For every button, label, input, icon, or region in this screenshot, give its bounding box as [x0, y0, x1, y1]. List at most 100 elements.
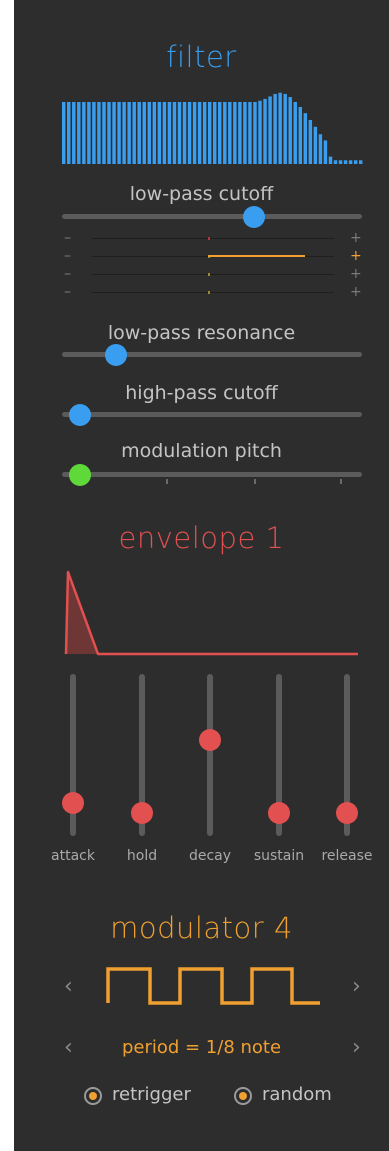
spectrum-bar: [218, 102, 222, 164]
spectrum-bar: [207, 102, 212, 164]
spectrum-bar: [308, 119, 313, 164]
spectrum-bar: [132, 102, 136, 164]
mod-row-track[interactable]: [92, 292, 334, 293]
retrigger-label[interactable]: retrigger: [112, 1084, 191, 1105]
envelope-release-label: release: [321, 848, 373, 864]
mod-row-center-mark: [208, 237, 211, 240]
modulation-pitch-knob[interactable]: [69, 464, 91, 486]
spectrum-bar: [328, 156, 333, 164]
pitch-tick: [166, 479, 168, 484]
mod-row-plus[interactable]: +: [350, 231, 362, 245]
spectrum-bar: [147, 102, 151, 164]
envelope-graph: [64, 570, 358, 656]
spectrum-bar: [238, 102, 242, 164]
spectrum-bar: [223, 102, 227, 164]
spectrum-bar: [273, 93, 277, 164]
spectrum-bar: [358, 160, 363, 164]
mod-row-plus[interactable]: +: [350, 285, 362, 299]
spectrum-bar: [278, 92, 282, 164]
envelope-title: envelope 1: [118, 521, 285, 555]
lowpass-cutoff-knob[interactable]: [243, 206, 265, 228]
synth-panel: filter low-pass cutoff – + – + – + – + low-pass…: [14, 0, 389, 1151]
modulation-pitch-label: modulation pitch: [121, 440, 282, 462]
pitch-tick: [340, 479, 342, 484]
mod-row-plus[interactable]: +: [350, 249, 362, 263]
spectrum-bar: [162, 102, 167, 164]
envelope-slider-track[interactable]: [207, 674, 213, 836]
spectrum-bar: [82, 102, 86, 164]
modulator-title: modulator 4: [110, 911, 293, 945]
spectrum-bar: [233, 102, 237, 164]
envelope-attack-knob[interactable]: [62, 791, 84, 814]
random-radio[interactable]: [234, 1087, 252, 1105]
spectrum-bar: [288, 97, 292, 164]
spectrum-bar: [303, 113, 308, 164]
spectrum-bar: [67, 102, 71, 164]
mod-row-center-mark: [208, 291, 211, 294]
lowpass-cutoff-track[interactable]: [62, 214, 362, 219]
mod-row-minus[interactable]: –: [64, 231, 71, 245]
spectrum-bar: [102, 102, 106, 164]
mod-row-track[interactable]: [92, 238, 334, 239]
spectrum-bar: [62, 102, 66, 164]
random-label[interactable]: random: [262, 1084, 332, 1105]
mod-row-minus[interactable]: –: [64, 267, 71, 281]
envelope-decay-knob[interactable]: [199, 728, 221, 751]
envelope-sustain-knob[interactable]: [268, 801, 290, 824]
spectrum-bar: [152, 102, 157, 164]
lowpass-resonance-knob[interactable]: [105, 344, 127, 366]
spectrum-bar: [187, 102, 192, 164]
square-wave: [106, 967, 320, 1005]
highpass-cutoff-label: high-pass cutoff: [125, 382, 278, 404]
next-waveform-arrow[interactable]: ›: [352, 976, 361, 998]
spectrum-bar: [323, 140, 328, 164]
spectrum-bar: [298, 106, 302, 164]
spectrum-bar: [167, 102, 172, 164]
spectrum-bar: [87, 102, 91, 164]
lowpass-resonance-label: low-pass resonance: [107, 322, 296, 344]
spectrum-bar: [318, 134, 323, 164]
highpass-cutoff-knob[interactable]: [69, 404, 91, 426]
spectrum-bar: [258, 100, 262, 164]
envelope-line: [64, 570, 358, 656]
spectrum-bar: [293, 102, 297, 164]
waveform-preview: [106, 967, 320, 1005]
prev-waveform-arrow[interactable]: ‹: [64, 976, 73, 998]
lowpass-cutoff-label: low-pass cutoff: [129, 183, 274, 205]
modulation-pitch-track[interactable]: [62, 472, 362, 477]
highpass-cutoff-track[interactable]: [62, 412, 362, 417]
spectrum-bar: [122, 102, 126, 164]
mod-row-track[interactable]: [92, 274, 334, 275]
spectrum-bar: [313, 126, 318, 164]
mod-row-minus[interactable]: –: [64, 249, 71, 263]
spectrum-bar: [338, 160, 343, 164]
spectrum-bar: [77, 102, 81, 164]
spectrum-bar: [243, 102, 247, 164]
spectrum-bar: [127, 102, 131, 164]
envelope-hold-label: hold: [126, 848, 158, 864]
retrigger-radio-dot: [89, 1092, 97, 1100]
mod-row-minus[interactable]: –: [64, 285, 71, 299]
spectrum-bar: [248, 102, 252, 164]
spectrum-bar: [172, 102, 177, 164]
next-period-arrow[interactable]: ›: [352, 1037, 361, 1059]
spectrum-bar: [137, 102, 141, 164]
envelope-attack-label: attack: [51, 848, 95, 864]
period-value: period = 1/8 note: [121, 1037, 282, 1058]
spectrum-bar: [253, 102, 257, 164]
retrigger-radio[interactable]: [84, 1087, 102, 1105]
filter-title: filter: [166, 40, 237, 74]
spectrum-bar: [112, 102, 116, 164]
envelope-hold-knob[interactable]: [131, 801, 153, 824]
spectrum-bar: [117, 102, 121, 164]
filter-spectrum: [62, 92, 363, 164]
spectrum-bar: [182, 102, 187, 164]
mod-row-plus[interactable]: +: [350, 267, 362, 281]
spectrum-bar: [202, 102, 207, 164]
spectrum-bar: [142, 102, 146, 164]
spectrum-bar: [177, 102, 182, 164]
spectrum-bar: [268, 96, 272, 164]
spectrum-bar: [348, 160, 353, 164]
envelope-release-knob[interactable]: [336, 801, 358, 824]
spectrum-bar: [72, 102, 76, 164]
